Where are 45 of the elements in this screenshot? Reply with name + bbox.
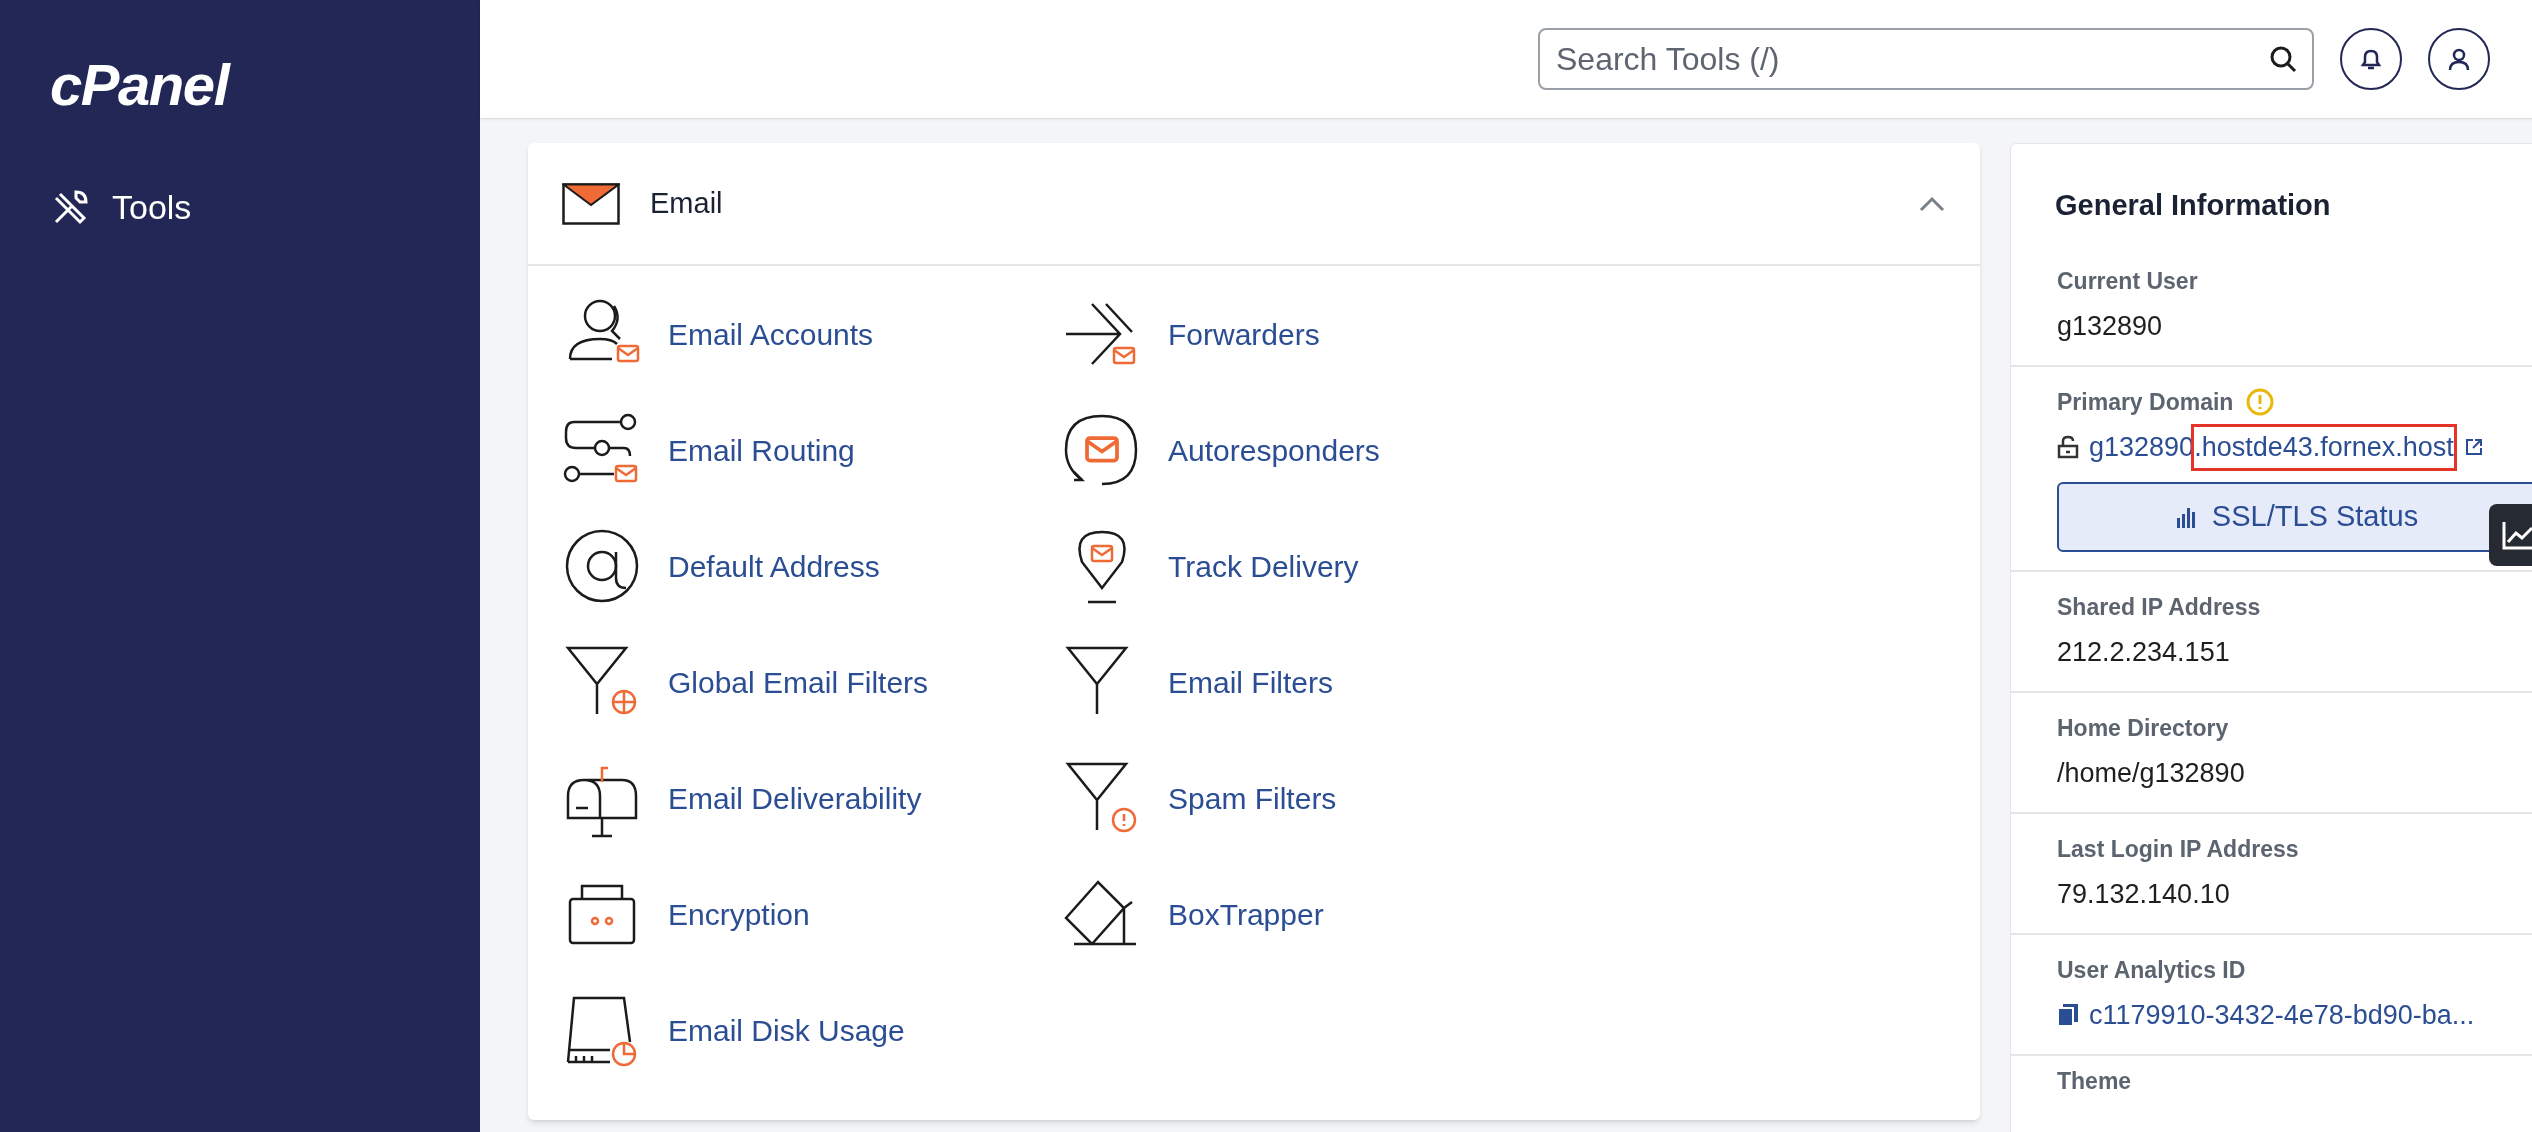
tool-link[interactable]: Spam Filters: [1062, 758, 1502, 838]
tool-link[interactable]: Global Email Filters: [562, 642, 1002, 722]
field-label: Theme: [2057, 1066, 2132, 1096]
tool-link[interactable]: Autoresponders: [1062, 410, 1502, 490]
field-value: g132890: [2057, 310, 2164, 343]
field-value: /home/g132890: [2057, 757, 2246, 790]
analytics-id-link[interactable]: c1179910-3432-4e78-bd90-ba...: [2089, 995, 2475, 1036]
field-label: Shared IP Address: [2057, 592, 2261, 622]
cpanel-logo[interactable]: cPanel: [50, 56, 430, 114]
section-title: Email: [650, 185, 724, 221]
tool-link[interactable]: Email Accounts: [562, 294, 1002, 374]
user-icon: [2446, 46, 2472, 72]
field-label: Last Login IP Address: [2057, 834, 2299, 864]
notifications-button[interactable]: [2340, 28, 2402, 90]
tool-link[interactable]: Track Delivery: [1062, 526, 1502, 606]
tool-link[interactable]: Email Disk Usage: [562, 990, 1002, 1070]
tool-link[interactable]: Default Address: [562, 526, 1002, 606]
ssl-tls-status-button[interactable]: SSL/TLS Status: [2057, 481, 2532, 552]
copy-icon[interactable]: [2057, 1003, 2079, 1028]
tool-link[interactable]: BoxTrapper: [1062, 874, 1502, 954]
field-value: 79.132.140.10: [2057, 878, 2231, 911]
search-field[interactable]: Search Tools (/): [1538, 28, 2314, 90]
tool-link[interactable]: Email Routing: [562, 410, 1002, 490]
field-label: Current User: [2057, 266, 2198, 296]
bar-chart-icon: [2175, 505, 2198, 528]
analytics-chart-button[interactable]: [2489, 504, 2532, 566]
chevron-icon[interactable]: [1918, 194, 1946, 213]
field-label: Home Directory: [2057, 713, 2229, 743]
sidebar-item[interactable]: Tools: [50, 174, 430, 241]
tool-link[interactable]: Forwarders: [1062, 294, 1502, 374]
field-label: User Analytics ID: [2057, 955, 2246, 985]
panel-title: General Information: [2054, 188, 2332, 223]
field-label: Primary Domain: [2057, 387, 2234, 417]
unlocked-padlock-icon: [2057, 435, 2079, 460]
domain-link[interactable]: g132890.hostde43.fornex.host: [2089, 427, 2454, 468]
email-card-header[interactable]: Email: [528, 143, 1980, 266]
tool-link[interactable]: Encryption: [562, 874, 1002, 954]
search-icon: [2268, 44, 2298, 74]
tool-link[interactable]: Email Filters: [1062, 642, 1502, 722]
field-value: 212.2.234.151: [2057, 636, 2231, 669]
external-link-icon[interactable]: [2463, 437, 2484, 458]
trend-chart-icon: [2502, 520, 2532, 550]
tool-link[interactable]: Email Deliverability: [562, 758, 1002, 838]
user-button[interactable]: [2428, 28, 2490, 90]
envelope-icon: [562, 182, 620, 225]
